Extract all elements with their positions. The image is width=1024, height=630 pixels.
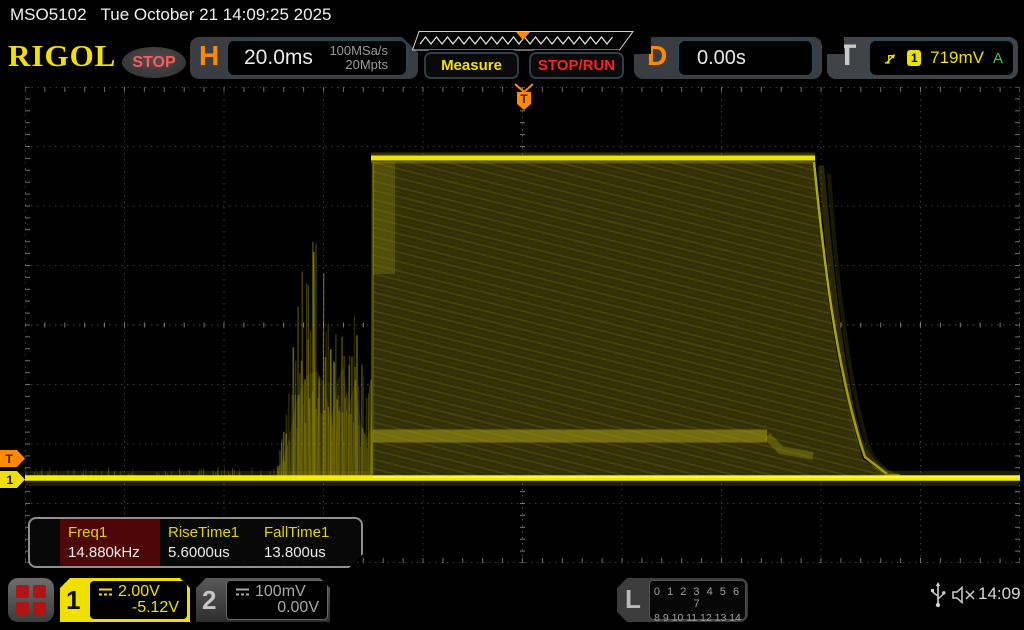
logic-analyzer-tab[interactable]: L 0 1 2 3 4 5 6 7 8 9 10 11 12 13 14 15 bbox=[617, 578, 748, 622]
clock: 14:09 bbox=[978, 584, 1021, 604]
channel1-tab[interactable]: 1 2.00V -5.12V bbox=[60, 578, 190, 622]
sample-rate: 100MSa/s bbox=[329, 43, 388, 58]
dc-coupling-icon bbox=[98, 587, 113, 597]
trigger-sweep-mode: A bbox=[993, 50, 1003, 67]
stop-run-button[interactable]: STOP/RUN bbox=[529, 52, 624, 79]
timebase-box[interactable]: 20.0ms 100MSa/s 20Mpts bbox=[227, 40, 407, 76]
trigger-position-label: T bbox=[520, 92, 528, 106]
panel-chamfer bbox=[633, 36, 651, 54]
channel1-marker-label: 1 bbox=[7, 473, 14, 487]
trigger-source-badge: 1 bbox=[907, 50, 921, 66]
channel2-value-box: 100mV 0.00V bbox=[226, 580, 328, 620]
trigger-panel[interactable]: T 1 719mV A bbox=[827, 37, 1018, 79]
rigol-logo: RIGOL bbox=[8, 38, 116, 74]
acquisition-info: 100MSa/s 20Mpts bbox=[329, 44, 388, 72]
trigger-box[interactable]: 1 719mV A bbox=[869, 40, 1014, 76]
titlebar: MSO5102 Tue October 21 14:09:25 2025 bbox=[10, 5, 331, 25]
oscilloscope-screen: MSO5102 Tue October 21 14:09:25 2025 RIGO… bbox=[0, 0, 1024, 630]
dc-coupling-icon bbox=[235, 587, 250, 597]
delay-value: 0.00s bbox=[697, 47, 746, 70]
delay-panel[interactable]: D 0.00s bbox=[634, 37, 822, 79]
timebase-value: 20.0ms bbox=[244, 46, 313, 70]
horizontal-panel[interactable]: H 20.0ms 100MSa/s 20Mpts bbox=[190, 37, 418, 79]
memory-depth: 20Mpts bbox=[345, 57, 388, 72]
run-status-badge: STOP bbox=[122, 47, 186, 78]
bottom-bar: 1 2.00V -5.12V 2 bbox=[0, 572, 1024, 630]
usb-icon bbox=[930, 582, 946, 608]
channel1-number: 1 bbox=[66, 585, 80, 616]
waveform-preview-strip[interactable] bbox=[412, 31, 634, 51]
datetime: Tue October 21 14:09:25 2025 bbox=[101, 5, 332, 24]
trigger-level-label: T bbox=[6, 452, 14, 466]
panel-chamfer bbox=[826, 36, 844, 54]
measurement-freq1[interactable]: Freq1 14.880kHz bbox=[60, 519, 160, 566]
logic-key: L bbox=[625, 584, 641, 615]
logic-channels-row1: 0 1 2 3 4 5 6 7 bbox=[650, 586, 745, 610]
trigger-level-value: 719mV bbox=[930, 48, 984, 68]
logic-channels-row2: 8 9 10 11 12 13 14 15 bbox=[650, 612, 745, 630]
measurement-label: FallTime1 bbox=[264, 524, 329, 541]
measurement-value: 5.6000us bbox=[168, 544, 230, 561]
measurement-label: RiseTime1 bbox=[168, 524, 239, 541]
measurement-panel[interactable]: Freq1 14.880kHz RiseTime1 5.6000us FallT… bbox=[28, 517, 363, 568]
edge-trigger-icon bbox=[884, 51, 898, 66]
channel2-offset: 0.00V bbox=[277, 599, 319, 617]
display-layout-button[interactable] bbox=[8, 578, 54, 622]
measurement-label: Freq1 bbox=[68, 524, 107, 541]
logic-channels-box: 0 1 2 3 4 5 6 7 8 9 10 11 12 13 14 15 bbox=[649, 580, 746, 620]
trigger-position-marker[interactable]: T bbox=[513, 83, 535, 112]
trigger-level-marker[interactable]: T bbox=[0, 450, 26, 467]
measurement-value: 13.800us bbox=[264, 544, 326, 561]
horizontal-key: H bbox=[199, 40, 219, 72]
waveform-display bbox=[25, 87, 1020, 563]
measurement-value: 14.880kHz bbox=[68, 544, 140, 561]
channel1-offset: -5.12V bbox=[132, 599, 179, 617]
ch1-trace bbox=[25, 158, 1020, 486]
measure-button[interactable]: Measure bbox=[424, 52, 519, 79]
measurement-falltime1[interactable]: FallTime1 13.800us bbox=[256, 519, 356, 566]
speaker-muted-icon[interactable] bbox=[952, 586, 978, 604]
channel2-number: 2 bbox=[202, 585, 216, 616]
channel2-tab[interactable]: 2 100mV 0.00V bbox=[196, 578, 330, 622]
model-name: MSO5102 bbox=[10, 5, 87, 24]
measurement-risetime1[interactable]: RiseTime1 5.6000us bbox=[160, 519, 256, 566]
grid-icon bbox=[16, 585, 46, 615]
delay-box[interactable]: 0.00s bbox=[678, 40, 813, 76]
channel1-position-marker[interactable]: 1 bbox=[0, 471, 26, 488]
channel1-value-box: 2.00V -5.12V bbox=[90, 581, 187, 619]
